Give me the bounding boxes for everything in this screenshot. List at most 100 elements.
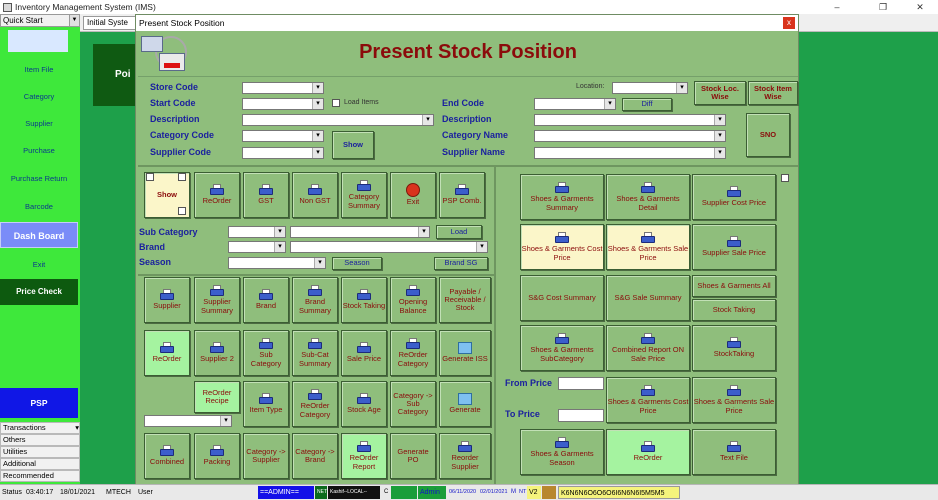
sidebar-item-supplier[interactable]: Supplier bbox=[0, 119, 78, 128]
to-price-input[interactable] bbox=[558, 409, 604, 422]
sale-price-button[interactable]: Sale Price bbox=[341, 330, 387, 376]
reorder2-button[interactable]: ReOrder bbox=[144, 330, 190, 376]
supplier-report-button[interactable]: Supplier bbox=[144, 277, 190, 323]
location-select[interactable] bbox=[612, 82, 688, 94]
close-window-button[interactable]: ✕ bbox=[905, 0, 935, 14]
show-checkbox-3[interactable] bbox=[178, 207, 186, 215]
reorder-right-button[interactable]: ReOrder bbox=[606, 429, 690, 475]
category-summary-button[interactable]: Category Summary bbox=[341, 172, 387, 218]
supplier2-button[interactable]: Supplier 2 bbox=[194, 330, 240, 376]
non-gst-button[interactable]: Non GST bbox=[292, 172, 338, 218]
accordion-transactions[interactable]: Transactions ▾ bbox=[0, 422, 80, 434]
show-checkbox-1[interactable] bbox=[146, 173, 154, 181]
sidebar-item-item-file[interactable]: Item File bbox=[0, 65, 78, 74]
sidebar-item-purchase-return[interactable]: Purchase Return bbox=[0, 174, 78, 183]
generate-po-button[interactable]: Generate PO bbox=[390, 433, 436, 479]
brand-summary-button[interactable]: Brand Summary bbox=[292, 277, 338, 323]
sno-button[interactable]: SNO bbox=[746, 113, 790, 157]
load-button[interactable]: Load bbox=[436, 225, 482, 239]
sidebar-item-category[interactable]: Category bbox=[0, 92, 78, 101]
sub-category-name-select[interactable] bbox=[290, 226, 430, 238]
dialog-close-button[interactable]: x bbox=[783, 17, 795, 29]
reorder-button[interactable]: ReOrder bbox=[194, 172, 240, 218]
sg-sale-summary-button[interactable]: S&G Sale Summary bbox=[606, 275, 690, 321]
accordion-additional[interactable]: Additional bbox=[0, 458, 80, 470]
right-panel-checkbox[interactable] bbox=[781, 174, 789, 182]
payable-receivable-button[interactable]: Payable / Receivable / Stock bbox=[439, 277, 491, 323]
stocktaking-button[interactable]: StockTaking bbox=[692, 325, 776, 371]
sub-category-button[interactable]: Sub Category bbox=[243, 330, 289, 376]
category-sub-category-button[interactable]: Category -> Sub Category bbox=[390, 381, 436, 427]
category-name-select[interactable] bbox=[534, 130, 726, 142]
show-button[interactable]: Show bbox=[332, 131, 374, 159]
reorder-recipe-select[interactable] bbox=[144, 415, 232, 427]
exit-button[interactable]: Exit bbox=[390, 172, 436, 218]
sub-category-select[interactable] bbox=[228, 226, 286, 238]
generate-iss-button[interactable]: Generate ISS bbox=[439, 330, 491, 376]
sidebar-item-dashboard[interactable]: Dash Board bbox=[0, 222, 78, 248]
show-checkbox-2[interactable] bbox=[178, 173, 186, 181]
description-select[interactable] bbox=[242, 114, 434, 126]
category-code-select[interactable] bbox=[242, 130, 324, 142]
category-supplier-button[interactable]: Category -> Supplier bbox=[243, 433, 289, 479]
tab-initial-system[interactable]: Initial Syste bbox=[83, 16, 137, 30]
sidebar-item-psp[interactable]: PSP bbox=[0, 388, 78, 418]
sg-cost-summary-button[interactable]: S&G Cost Summary bbox=[520, 275, 604, 321]
packing-button[interactable]: Packing bbox=[194, 433, 240, 479]
sidebar-item-exit[interactable]: Exit bbox=[0, 260, 78, 269]
psp-comb-button[interactable]: PSP Comb. bbox=[439, 172, 485, 218]
store-code-select[interactable] bbox=[242, 82, 324, 94]
sub-cat-summary-button[interactable]: Sub-Cat Summary bbox=[292, 330, 338, 376]
sidebar-item-barcode[interactable]: Barcode bbox=[0, 202, 78, 211]
description2-select[interactable] bbox=[534, 114, 726, 126]
sg-detail-button[interactable]: Shoes & Garments Detail bbox=[606, 174, 690, 220]
reorder-recipe-button[interactable]: ReOrder Recipe bbox=[194, 381, 240, 413]
season-select[interactable] bbox=[228, 257, 326, 269]
stock-taking-button[interactable]: Stock Taking bbox=[341, 277, 387, 323]
start-code-select[interactable] bbox=[242, 98, 324, 110]
accordion-recommended[interactable]: Recommended bbox=[0, 470, 80, 482]
sg-sale-price2-button[interactable]: Shoes & Garments Sale Price bbox=[692, 377, 776, 423]
minimize-button[interactable]: – bbox=[822, 0, 852, 14]
stock-item-wise-button[interactable]: Stock Item Wise bbox=[748, 81, 798, 105]
season-button[interactable]: Season bbox=[332, 257, 382, 270]
diff-button[interactable]: Diff bbox=[622, 98, 672, 111]
combined-button[interactable]: Combined bbox=[144, 433, 190, 479]
brand-name-select[interactable] bbox=[290, 241, 488, 253]
quick-start-header[interactable]: Quick Start ▼ bbox=[0, 14, 80, 27]
brand-sg-button[interactable]: Brand SG bbox=[434, 257, 488, 270]
supplier-sale-price-button[interactable]: Supplier Sale Price bbox=[692, 224, 776, 270]
reorder-supplier-button[interactable]: Reorder Supplier bbox=[439, 433, 491, 479]
brand-report-button[interactable]: Brand bbox=[243, 277, 289, 323]
accordion-others[interactable]: Others bbox=[0, 434, 80, 446]
load-items-checkbox[interactable] bbox=[332, 99, 340, 107]
sg-all-button[interactable]: Shoes & Garments All bbox=[692, 275, 776, 297]
text-file-button[interactable]: Text File bbox=[692, 429, 776, 475]
supplier-code-select[interactable] bbox=[242, 147, 324, 159]
accordion-utilities[interactable]: Utilities bbox=[0, 446, 80, 458]
sidebar-item-price-check[interactable]: Price Check bbox=[0, 279, 78, 305]
category-brand-button[interactable]: Category -> Brand bbox=[292, 433, 338, 479]
supplier-summary-button[interactable]: Supplier Summary bbox=[194, 277, 240, 323]
sg-cost-price2-button[interactable]: Shoes & Garments Cost Price bbox=[606, 377, 690, 423]
reorder-report-button[interactable]: ReOrder Report bbox=[341, 433, 387, 479]
opening-balance-button[interactable]: Opening Balance bbox=[390, 277, 436, 323]
sg-cost-price-button[interactable]: Shoes & Garments Cost Price bbox=[520, 224, 604, 270]
reorder-category-button[interactable]: ReOrder Category bbox=[390, 330, 436, 376]
sg-summary-button[interactable]: Shoes & Garments Summary bbox=[520, 174, 604, 220]
item-type-button[interactable]: Item Type bbox=[243, 381, 289, 427]
generate-button[interactable]: Generate bbox=[439, 381, 491, 427]
stock-age-button[interactable]: Stock Age bbox=[341, 381, 387, 427]
gst-button[interactable]: GST bbox=[243, 172, 289, 218]
combined-sale-price-button[interactable]: Combined Report ON Sale Price bbox=[606, 325, 690, 371]
stock-loc-wise-button[interactable]: Stock Loc. Wise bbox=[694, 81, 746, 105]
reorder-category2-button[interactable]: ReOrder Category bbox=[292, 381, 338, 427]
sidebar-item-purchase[interactable]: Purchase bbox=[0, 146, 78, 155]
chevron-down-icon[interactable]: ▼ bbox=[69, 15, 79, 26]
from-price-input[interactable] bbox=[558, 377, 604, 390]
sg-subcategory-button[interactable]: Shoes & Garments SubCategory bbox=[520, 325, 604, 371]
stock-taking-right-button[interactable]: Stock Taking bbox=[692, 299, 776, 321]
sg-sale-price-button[interactable]: Shoes & Garments Sale Price bbox=[606, 224, 690, 270]
supplier-cost-price-button[interactable]: Supplier Cost Price bbox=[692, 174, 776, 220]
sg-season-button[interactable]: Shoes & Garments Season bbox=[520, 429, 604, 475]
